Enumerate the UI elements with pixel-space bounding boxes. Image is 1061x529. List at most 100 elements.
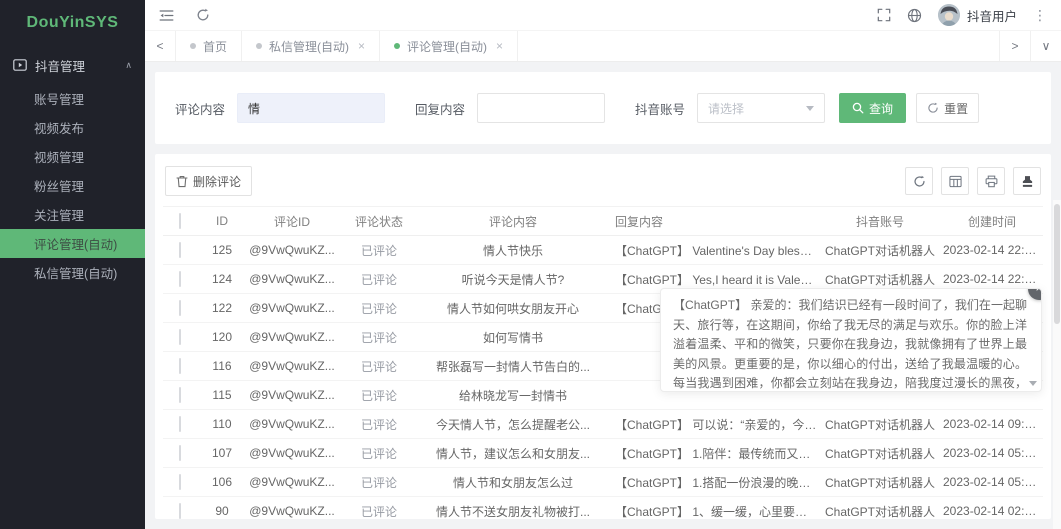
column-reply: 回复内容 [605,207,819,236]
cell-status: 已评论 [337,294,421,323]
cell-created: 2023-02-14 05:40:... [941,468,1043,497]
sidebar-item[interactable]: 账号管理 [0,84,145,113]
reset-button-label: 重置 [944,100,968,117]
reply-content-input[interactable] [477,93,605,123]
cell-reply: 【ChatGPT】 1.陪伴：最传统而又最体贴的... [605,439,819,468]
cell-status: 已评论 [337,352,421,381]
row-checkbox[interactable] [179,474,181,490]
tab[interactable]: 首页 [176,31,242,61]
row-checkbox[interactable] [179,329,181,345]
query-button-label: 查询 [869,100,893,117]
row-checkbox[interactable] [179,445,181,461]
page-scrollbar[interactable] [1053,200,1061,529]
tab-status-dot [256,43,262,49]
row-checkbox[interactable] [179,271,181,287]
cell-id: 122 [197,294,247,323]
tabs-more-icon[interactable]: ∨ [1030,31,1061,61]
tabs-scroll-left[interactable]: < [145,31,176,61]
tab[interactable]: 私信管理(自动) × [242,31,380,61]
table-row: 125 @9VwQwuKZ... 已评论 情人节快乐 【ChatGPT】 Val… [163,236,1043,265]
cell-id: 116 [197,352,247,381]
cell-status: 已评论 [337,323,421,352]
avatar [938,4,960,26]
row-checkbox[interactable] [179,358,181,374]
tabs-spacer [518,31,999,61]
sidebar-item-label: 账号管理 [34,89,84,108]
close-icon: × [1035,288,1042,299]
cell-comment-id: @9VwQwuKZ... [247,439,337,468]
sidebar-item[interactable]: 视频发布 [0,113,145,142]
cell-comment-id: @9VwQwuKZ... [247,497,337,520]
cell-id: 110 [197,410,247,439]
sidebar-submenu: 账号管理 视频发布 视频管理 粉丝管理 关注管理 评论管理(自动) 私信管理(自… [0,84,145,287]
cell-created: 2023-02-14 09:39:... [941,410,1043,439]
user-menu[interactable]: 抖音用户 [938,4,1017,26]
cell-created: 2023-02-14 22:47:... [941,236,1043,265]
tabs-scroll-right[interactable]: > [999,31,1030,61]
comment-content-input[interactable] [237,93,385,123]
tab-label: 评论管理(自动) [407,38,487,55]
cell-comment: 今天情人节，怎么提醒老公... [421,410,605,439]
tabbar: < 首页 私信管理(自动) × 评论管理(自动) × > ∨ [145,30,1061,62]
douyin-account-select[interactable]: 请选择 [697,93,825,123]
collapse-sidebar-icon[interactable] [159,9,174,22]
export-button[interactable] [1013,167,1041,195]
select-all-checkbox[interactable] [179,213,181,229]
page-scrollbar-thumb[interactable] [1054,204,1060,324]
cell-account: ChatGPT对话机器人 [819,410,941,439]
cell-id: 90 [197,497,247,520]
table-refresh-button[interactable] [905,167,933,195]
topbar: 抖音用户 ⋮ [145,0,1061,30]
tooltip-close-button[interactable]: × [1028,288,1042,300]
chevron-up-icon: ∧ [125,60,132,71]
select-placeholder: 请选择 [708,100,744,117]
row-checkbox[interactable] [179,387,181,403]
row-checkbox[interactable] [179,300,181,316]
cell-comment: 情人节，建议怎么和女朋友... [421,439,605,468]
more-menu-icon[interactable]: ⋮ [1033,7,1047,24]
video-menu-icon [13,59,27,71]
sidebar-item-label: 视频管理 [34,147,84,166]
sidebar-item[interactable]: 评论管理(自动) [0,229,145,258]
row-checkbox[interactable] [179,503,181,519]
print-button[interactable] [977,167,1005,195]
sidebar-item-label: 私信管理(自动) [34,263,117,282]
cell-reply: 【ChatGPT】 1.搭配一份浪漫的晚餐：给TA... [605,468,819,497]
cell-comment: 听说今天是情人节? [421,265,605,294]
cell-reply: 【ChatGPT】 1、缓一缓，心里要放下，这... [605,497,819,520]
table-header-row: ID 评论ID 评论状态 评论内容 回复内容 抖音账号 创建时间 [163,207,1043,236]
cell-id: 115 [197,381,247,410]
column-comment: 评论内容 [421,207,605,236]
reset-button[interactable]: 重置 [916,93,979,123]
globe-icon[interactable] [907,8,922,23]
query-button[interactable]: 查询 [839,93,906,123]
delete-comments-button[interactable]: 删除评论 [165,166,252,196]
sidebar-item[interactable]: 视频管理 [0,142,145,171]
table-row: 107 @9VwQwuKZ... 已评论 情人节，建议怎么和女朋友... 【Ch… [163,439,1043,468]
sidebar-group-douyin[interactable]: 抖音管理 ∧ [0,46,145,84]
cell-comment-id: @9VwQwuKZ... [247,352,337,381]
sidebar-item[interactable]: 私信管理(自动) [0,258,145,287]
cell-created: 2023-02-14 02:57:... [941,497,1043,520]
cell-account: ChatGPT对话机器人 [819,497,941,520]
cell-status: 已评论 [337,265,421,294]
tab-status-dot [394,43,400,49]
cell-id: 124 [197,265,247,294]
row-checkbox[interactable] [179,416,181,432]
tab-close-icon[interactable]: × [358,39,365,53]
fullscreen-icon[interactable] [877,8,891,22]
tooltip-scroll-down-icon [1029,381,1037,386]
tabs-strip: 首页 私信管理(自动) × 评论管理(自动) × [176,31,518,61]
row-checkbox[interactable] [179,242,181,258]
tab-close-icon[interactable]: × [496,39,503,53]
reset-icon [927,102,939,114]
cell-id: 120 [197,323,247,352]
sidebar-item[interactable]: 关注管理 [0,200,145,229]
sidebar-item[interactable]: 粉丝管理 [0,171,145,200]
cell-id: 106 [197,468,247,497]
cell-comment-id: @9VwQwuKZ... [247,236,337,265]
refresh-page-icon[interactable] [196,8,210,22]
app-window: DouYinSYS 抖音管理 ∧ 账号管理 视频发布 视频管理 粉丝管理 关注管… [0,0,1061,529]
tab[interactable]: 评论管理(自动) × [380,31,518,61]
column-settings-button[interactable] [941,167,969,195]
